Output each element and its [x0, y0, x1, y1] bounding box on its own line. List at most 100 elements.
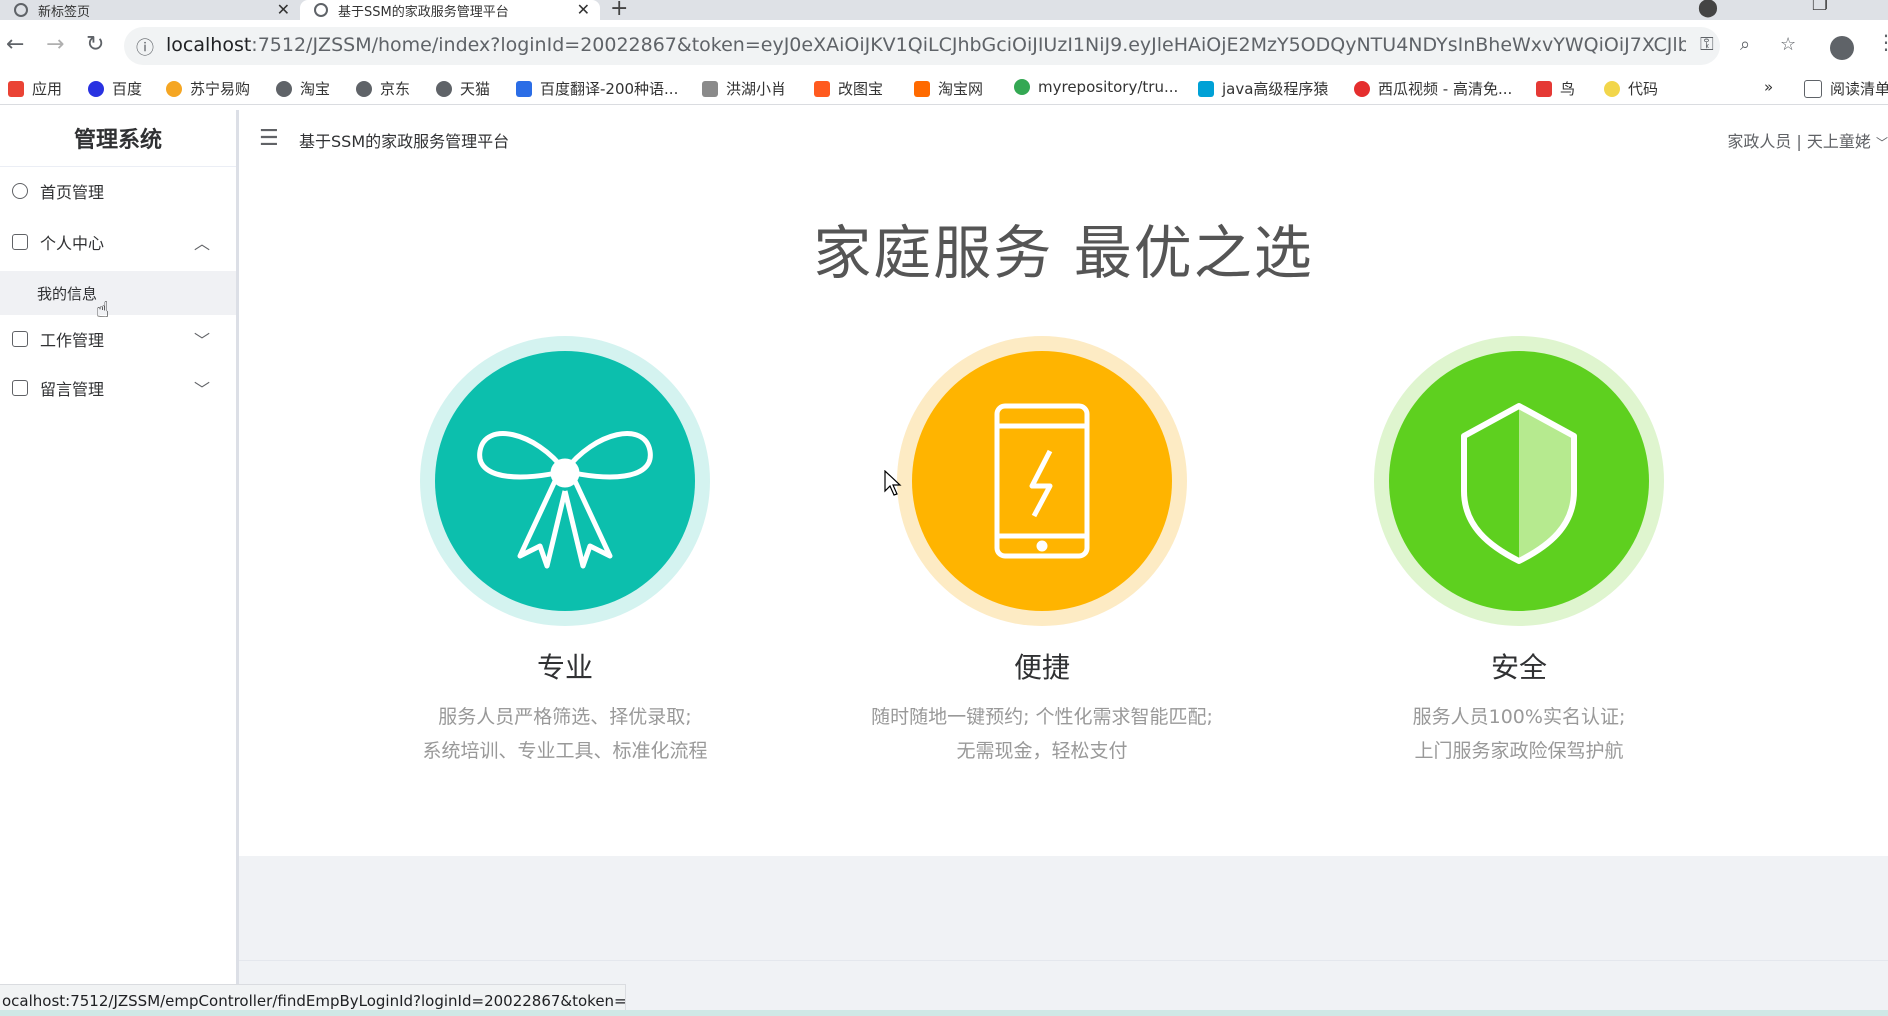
globe-icon [356, 80, 372, 97]
sidebar-item-personal-center[interactable]: 个人中心 ︿ [0, 218, 236, 266]
info-icon[interactable]: ⓘ [136, 34, 154, 60]
url-host: localhost [166, 34, 252, 56]
bird-icon [1536, 80, 1552, 97]
sidebar-item-messages[interactable]: 留言管理 ﹀ [0, 364, 236, 412]
tab-label: 新标签页 [38, 4, 91, 20]
arrow-cursor-icon [884, 469, 902, 500]
bookmark-item[interactable]: 苏宁易购 [166, 78, 250, 99]
divider [239, 960, 1888, 961]
taobao-icon [914, 80, 930, 97]
feature-halo [897, 336, 1187, 626]
star-icon[interactable]: ☆ [1780, 34, 1796, 55]
bookmark-item[interactable]: 天猫 [436, 78, 490, 99]
video-icon [1354, 80, 1370, 97]
menu-fold-icon[interactable]: ☰ [259, 126, 279, 151]
sidebar-item-home[interactable]: 首页管理 [0, 167, 236, 215]
bookmark-item[interactable]: 百度 [88, 78, 142, 99]
feature-professional: 专业 服务人员严格筛选、择优录取; 系统培训、专业工具、标准化流程 [365, 336, 765, 768]
restore-window-icon[interactable]: ❐ [1812, 0, 1828, 15]
feature-description: 随时随地一键预约; 个性化需求智能匹配; 无需现金，轻松支付 [871, 706, 1213, 762]
bookmark-item[interactable]: myrepository/tru... [1014, 78, 1178, 96]
bookmark-item[interactable]: 西瓜视频 - 高清免... [1354, 78, 1512, 99]
app-header: ☰ 基于SSM的家政服务管理平台 家政人员 | 天上童姥 ﹀ [239, 110, 1888, 166]
close-icon[interactable]: ✕ [277, 0, 290, 19]
profile-shield-icon[interactable]: ⬤ [1698, 0, 1718, 18]
grid-icon [12, 331, 28, 347]
message-icon [12, 380, 28, 396]
avatar[interactable] [1830, 36, 1854, 60]
sidebar-item-label: 留言管理 [40, 380, 105, 399]
forward-arrow-icon[interactable]: → [46, 32, 64, 57]
bookmark-item[interactable]: 洪湖小肖 [702, 78, 786, 99]
feature-halo [420, 336, 710, 626]
phone-icon [912, 351, 1172, 611]
baidu-icon [88, 80, 104, 97]
back-arrow-icon[interactable]: ← [6, 32, 24, 57]
feather-icon [702, 80, 718, 97]
bookmarks-bar: 应用 百度 苏宁易购 淘宝 京东 天猫 百度翻译-200种语... 洪湖小肖 改… [0, 72, 1888, 105]
feature-title: 便捷 [1013, 651, 1070, 684]
feature-title: 专业 [536, 651, 593, 684]
bookmark-item[interactable]: 百度翻译-200种语... [516, 78, 678, 99]
sidebar: 管理系统 首页管理 个人中心 ︿ 我的信息 工作管理 ﹀ 留言管理 ﹀ [0, 110, 239, 990]
globe-icon [314, 3, 328, 17]
sidebar-subitem-my-info[interactable]: 我的信息 [0, 271, 236, 315]
shield-icon [1389, 351, 1649, 611]
tab-label: 基于SSM的家政服务管理平台 [338, 4, 509, 20]
bottom-strip [0, 1010, 1888, 1016]
sidebar-item-label: 个人中心 [40, 234, 105, 253]
bookmark-apps[interactable]: 应用 [8, 78, 62, 99]
chevron-down-icon: ﹀ [1875, 136, 1888, 150]
close-icon[interactable]: ✕ [577, 0, 590, 19]
feature-safe: 安全 服务人员100%实名认证; 上门服务家政险保驾护航 [1319, 336, 1719, 768]
feature-description: 服务人员严格筛选、择优录取; 系统培训、专业工具、标准化流程 [422, 706, 708, 762]
translate-icon [516, 80, 532, 97]
bookmark-item[interactable]: 代码 [1604, 78, 1658, 99]
reading-list-icon [1804, 79, 1822, 98]
suning-icon [166, 80, 182, 97]
sidebar-item-label: 工作管理 [40, 331, 105, 350]
bookmark-item[interactable]: 京东 [356, 78, 410, 99]
globe-icon [436, 80, 452, 97]
bookmark-item[interactable]: 鸟 [1536, 78, 1575, 99]
browser-tab-active[interactable]: 基于SSM的家政服务管理平台 ✕ [300, 0, 600, 20]
repo-icon [1014, 79, 1030, 95]
bookmark-item[interactable]: 改图宝 [814, 78, 883, 99]
user-label: 家政人员 | 天上童姥 [1727, 132, 1871, 151]
browser-tab-bar: 新标签页 ✕ 基于SSM的家政服务管理平台 ✕ + ⬤ ❐ [0, 0, 1888, 21]
menu-kebab-icon[interactable]: ⋮ [1876, 30, 1888, 54]
cube-icon [12, 234, 28, 250]
bookmark-item[interactable]: 淘宝网 [914, 78, 983, 99]
feature-description: 服务人员100%实名认证; 上门服务家政险保驾护航 [1412, 706, 1626, 762]
hero-title: 家庭服务 最优之选 [813, 219, 1314, 287]
feature-convenient: 便捷 随时随地一键预约; 个性化需求智能匹配; 无需现金，轻松支付 [842, 336, 1242, 768]
url-path: :7512/JZSSM/home/index?loginId=20022867&… [251, 34, 1686, 56]
main-content: 家庭服务 最优之选 专业 服务人员严格筛选、择优录取; 系统培训、专业工具、标准… [239, 166, 1888, 856]
apps-grid-icon [8, 80, 24, 97]
reading-list[interactable]: 阅读清单 [1804, 78, 1888, 99]
bookmark-item[interactable]: 淘宝 [276, 78, 330, 99]
sidebar-item-work[interactable]: 工作管理 ﹀ [0, 315, 236, 363]
zoom-icon[interactable]: ⌕ [1740, 34, 1750, 55]
hand-cursor-icon: ☝ [96, 298, 110, 323]
bookmarks-overflow-button[interactable]: » [1764, 78, 1773, 96]
brand-title: 管理系统 [0, 110, 236, 167]
url-text[interactable]: localhost:7512/JZSSM/home/index?loginId=… [166, 34, 1686, 56]
new-tab-button[interactable]: + [610, 0, 628, 21]
breadcrumb: 基于SSM的家政服务管理平台 [299, 132, 510, 151]
chevron-up-icon: ︿ [193, 234, 210, 253]
globe-icon [14, 3, 28, 17]
bookmark-item[interactable]: java高级程序猿 [1198, 78, 1328, 99]
dashboard-icon [12, 183, 28, 199]
sidebar-item-label: 首页管理 [40, 183, 105, 202]
chevron-down-icon: ﹀ [193, 380, 210, 399]
browser-tab-new[interactable]: 新标签页 ✕ [0, 0, 300, 20]
reload-icon[interactable]: ↻ [86, 32, 104, 57]
feature-halo [1374, 336, 1664, 626]
bilibili-icon [1198, 80, 1214, 97]
sidebar-subitem-label: 我的信息 [37, 284, 98, 303]
user-dropdown[interactable]: 家政人员 | 天上童姥 ﹀ [1727, 128, 1888, 152]
image-icon [814, 80, 830, 97]
key-icon[interactable]: ⚿ [1700, 34, 1714, 55]
code-icon [1604, 80, 1620, 97]
